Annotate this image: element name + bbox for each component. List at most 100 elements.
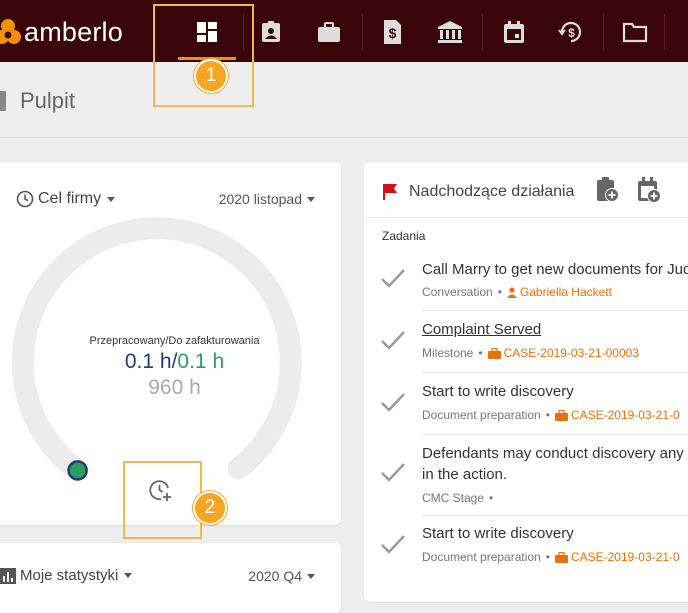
task-divider	[422, 310, 688, 311]
dashboard-page-icon	[0, 91, 6, 111]
check-icon[interactable]	[379, 328, 407, 352]
gauge-label: Przepracowany/Do zafakturowania	[89, 335, 260, 347]
bank-icon	[438, 21, 462, 43]
task-item[interactable]: Start to write discovery Document prepar…	[364, 374, 688, 436]
upcoming-actions-card: Nadchodzące działania Zadania Call Marry…	[364, 162, 688, 602]
person-icon	[506, 286, 517, 298]
callout-badge-2: 2	[193, 491, 227, 525]
logo-mark-icon	[0, 17, 22, 47]
meta-dot: •	[478, 346, 483, 360]
nav-calendar[interactable]	[492, 10, 536, 54]
task-type: Milestone	[422, 346, 474, 360]
callout-box-add-time	[123, 461, 202, 539]
stats-period-dropdown[interactable]: 2020 Q4	[248, 568, 315, 584]
gauge-value: 0.1 h/0.1 h	[0, 350, 357, 374]
worked-hours: 0.1 h	[124, 350, 172, 373]
task-reference[interactable]: CASE-2019-03-21-00003	[487, 346, 639, 360]
header-divider	[0, 137, 688, 138]
my-stats-card: Moje statystyki 2020 Q4	[0, 543, 341, 613]
nav-divider	[664, 14, 665, 50]
briefcase-icon	[318, 22, 340, 42]
task-type: Conversation	[422, 285, 493, 299]
folder-icon	[622, 22, 648, 43]
task-divider	[422, 372, 688, 373]
target-hours: 960 h	[148, 376, 201, 399]
invoice-dollar-icon: $	[384, 20, 401, 44]
task-title-line-2: in the action.	[422, 466, 508, 483]
task-meta: Document preparation • CASE-2019-03-21-0	[422, 550, 680, 564]
nav-divider	[362, 14, 363, 50]
task-type: CMC Stage	[422, 491, 485, 505]
stats-period: 2020 Q4	[248, 568, 302, 584]
chevron-down-icon	[124, 573, 133, 578]
task-meta: Conversation • Gabriella Hackett	[422, 285, 612, 299]
nav-divider	[603, 14, 604, 50]
nav-invoices[interactable]: $	[370, 10, 414, 54]
nav-time-tracking[interactable]: $	[549, 10, 593, 54]
task-reference[interactable]: Gabriella Hackett	[506, 285, 612, 299]
check-icon[interactable]	[379, 460, 407, 484]
task-item[interactable]: Defendants may conduct discovery any in …	[364, 436, 688, 516]
briefcase-icon	[554, 409, 568, 421]
meta-dot: •	[545, 550, 550, 564]
task-title-line-1: Defendants may conduct discovery any	[422, 445, 684, 462]
amberlo-logo[interactable]: amberlo	[0, 12, 123, 52]
nav-more[interactable]	[676, 10, 688, 54]
check-icon[interactable]	[379, 532, 407, 556]
svg-text:$: $	[568, 26, 575, 40]
top-navigation-bar: amberlo $ $	[0, 0, 688, 62]
stats-title-dropdown[interactable]: Moje statystyki	[0, 567, 133, 584]
bar-chart-icon	[0, 567, 16, 584]
nav-documents[interactable]	[613, 10, 657, 54]
actions-header: Nadchodzące działania	[364, 162, 688, 218]
task-reference-label: CASE-2019-03-21-0	[570, 408, 680, 422]
nav-divider	[482, 14, 483, 50]
task-reference[interactable]: CASE-2019-03-21-0	[554, 408, 680, 422]
stats-title: Moje statystyki	[20, 567, 119, 584]
flag-icon	[383, 184, 397, 200]
calendar-icon	[504, 21, 524, 43]
task-type: Document preparation	[422, 408, 541, 422]
task-reference-label: CASE-2019-03-21-00003	[503, 346, 639, 360]
task-type: Document preparation	[422, 550, 541, 564]
task-title: Call Marry to get new documents for Jud	[422, 261, 688, 278]
svg-text:$: $	[389, 25, 397, 41]
check-icon[interactable]	[379, 390, 407, 414]
callout-badge-1: 1	[194, 59, 228, 93]
task-item[interactable]: Call Marry to get new documents for Jud …	[364, 252, 688, 312]
clipboard-plus-icon	[597, 177, 619, 202]
meta-dot: •	[545, 408, 550, 422]
logo-text: amberlo	[24, 16, 123, 47]
task-title: Start to write discovery	[422, 383, 574, 400]
page-title: Pulpit	[20, 88, 76, 113]
task-meta: Document preparation • CASE-2019-03-21-0	[422, 408, 680, 422]
briefcase-icon	[487, 347, 501, 359]
task-item[interactable]: Start to write discovery Document prepar…	[364, 516, 688, 578]
task-meta: Milestone • CASE-2019-03-21-00003	[422, 346, 639, 360]
task-reference[interactable]: CASE-2019-03-21-0	[554, 550, 680, 564]
meta-dot: •	[489, 491, 494, 505]
nav-bank[interactable]	[428, 10, 472, 54]
check-icon[interactable]	[379, 266, 407, 290]
add-event-button[interactable]	[636, 176, 662, 209]
add-task-button[interactable]	[594, 176, 620, 209]
calendar-plus-icon	[638, 177, 661, 203]
time-money-icon: $	[558, 21, 582, 43]
task-item[interactable]: Complaint Served Milestone • CASE-2019-0…	[364, 312, 688, 374]
nav-matters[interactable]	[307, 10, 351, 54]
task-reference-label: Gabriella Hackett	[519, 285, 612, 299]
to-invoice-hours: 0.1 h	[177, 350, 225, 373]
task-reference-label: CASE-2019-03-21-0	[570, 550, 680, 564]
task-meta: CMC Stage •	[422, 491, 493, 505]
chevron-down-icon	[307, 573, 315, 579]
actions-title: Nadchodzące działania	[409, 183, 575, 200]
nav-contacts[interactable]	[249, 10, 293, 54]
meta-dot: •	[497, 285, 502, 299]
task-title-link[interactable]: Complaint Served	[422, 321, 541, 338]
task-divider	[422, 434, 688, 435]
contact-card-icon	[262, 21, 280, 42]
gauge-progress-handle	[67, 460, 88, 481]
task-title: Start to write discovery	[422, 525, 574, 542]
tasks-section-label: Zadania	[382, 229, 426, 243]
briefcase-icon	[554, 551, 568, 563]
